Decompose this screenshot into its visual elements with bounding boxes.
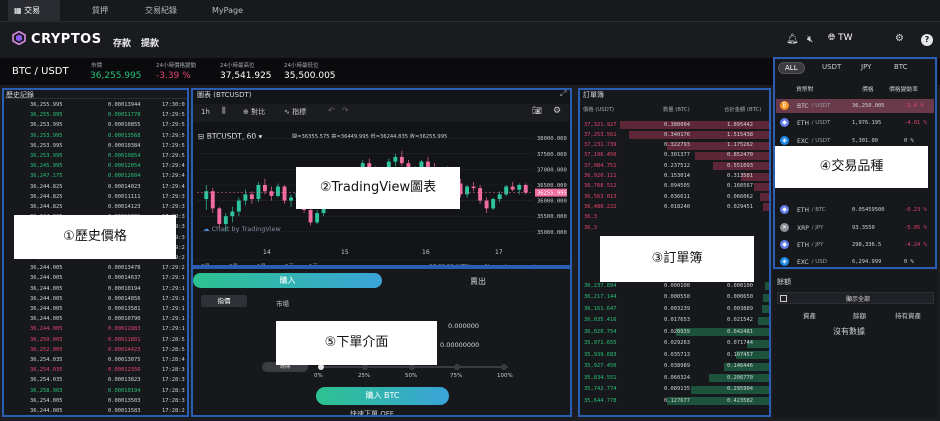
pair-title: BTC / USDT: [12, 66, 69, 77]
low-value: 35,500.005: [284, 71, 336, 81]
grid-icon: ▦: [14, 6, 22, 15]
high-label: 24小時最高位: [220, 63, 255, 69]
bell-icon[interactable]: 🔔︎: [786, 34, 799, 45]
show-all-row[interactable]: 顯示全部: [777, 292, 934, 304]
tab-staking[interactable]: 質押: [92, 0, 108, 22]
tab-trade[interactable]: ▦ 交易: [8, 0, 60, 22]
logo-icon: [12, 30, 26, 46]
col-asset: 資產: [803, 312, 816, 320]
col-holding: 持有資產: [895, 312, 921, 320]
change-label: 24小時價格變動: [156, 63, 196, 69]
deposit-link[interactable]: 存款: [113, 36, 131, 49]
tab-mypage[interactable]: MyPage: [212, 0, 243, 22]
callout-history: ①歷史價格: [14, 215, 176, 259]
tab-trade-history[interactable]: 交易紀錄: [145, 0, 177, 22]
language-selector[interactable]: 🌐︎ TW: [828, 33, 852, 43]
balance-title: 餘額: [777, 278, 791, 286]
price-label: 市價: [91, 63, 103, 69]
mute-icon[interactable]: 🔇︎: [807, 34, 813, 45]
brand-logo[interactable]: CRYPTOS: [12, 30, 101, 49]
col-balance: 餘額: [853, 312, 866, 320]
no-data-text: 沒有數據: [833, 327, 865, 336]
show-all-checkbox[interactable]: [780, 295, 787, 302]
top-tab-bar: ▦ 交易 質押 交易紀錄 MyPage: [0, 0, 940, 22]
withdraw-link[interactable]: 提款: [141, 36, 159, 49]
low-label: 24小時最低位: [284, 63, 319, 69]
globe-icon: 🌐︎: [828, 33, 836, 43]
app-window: ▦ 交易 質押 交易紀錄 MyPage CRYPTOS 存款 提款 🔔︎ 🔇︎ …: [0, 0, 940, 421]
callout-order: ⑤下單介面: [276, 321, 437, 365]
callout-orderbook: ③訂單簿: [600, 236, 754, 282]
callout-market: ④交易品種: [775, 146, 928, 188]
price-value: 36,255.995: [90, 71, 142, 81]
high-value: 37,541.925: [220, 71, 272, 81]
change-value: -3.39 %: [156, 71, 191, 81]
gear-icon[interactable]: ⚙: [895, 33, 904, 44]
callout-chart: ②TradingView圖表: [296, 167, 460, 209]
help-icon[interactable]: ?: [921, 34, 933, 46]
